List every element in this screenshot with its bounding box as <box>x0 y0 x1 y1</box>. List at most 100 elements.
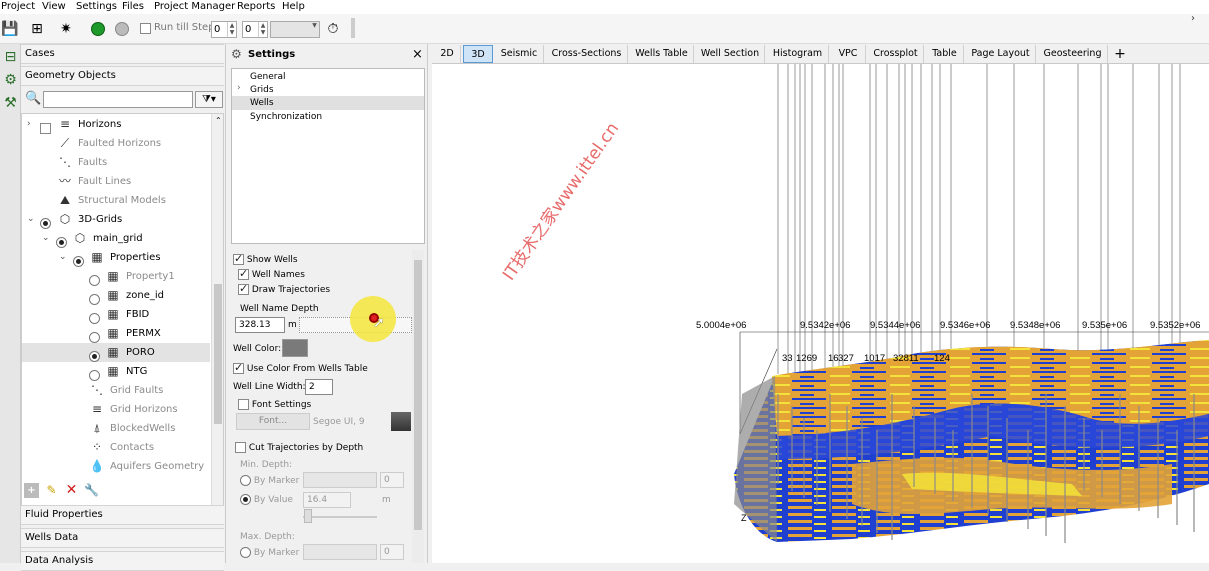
tree-row-horizons[interactable]: › ≡ Horizons <box>22 115 210 134</box>
draw-trajectories-option[interactable]: Draw Trajectories <box>238 282 330 297</box>
tree-row-permx[interactable]: ▦ PERMX <box>22 324 210 343</box>
by-value-input[interactable]: 16.4 <box>303 492 351 508</box>
by-marker-option[interactable]: By Marker <box>240 474 299 488</box>
cases-section[interactable]: Cases <box>21 44 224 64</box>
stop-icon[interactable] <box>112 19 132 39</box>
step-combo[interactable]: ▼ <box>270 21 320 38</box>
geometry-objects-section[interactable]: Geometry Objects <box>21 66 224 86</box>
tree-row-fault-lines[interactable]: 〰 Fault Lines <box>22 172 210 191</box>
tree-row-main-grid[interactable]: ⌄ ⬡ main_grid <box>22 229 210 248</box>
min-depth-slider-track[interactable] <box>303 516 377 518</box>
toolbar-slider-handle[interactable] <box>351 18 355 38</box>
gear-icon[interactable]: ⚙ <box>2 72 19 89</box>
tree-row-properties[interactable]: ⌄ ▦ Properties <box>22 248 210 267</box>
tree-view-icon[interactable]: ⊟ <box>2 49 19 66</box>
min-depth-slider-handle[interactable] <box>304 509 312 523</box>
tab-cross-sections[interactable]: Cross-Sections <box>546 45 628 63</box>
search-input[interactable] <box>43 91 193 108</box>
tree-row-blocked-wells[interactable]: ⍋ BlockedWells <box>22 419 210 438</box>
close-icon[interactable]: × <box>412 47 423 62</box>
tree-scrollbar-thumb[interactable] <box>214 284 222 424</box>
well-line-width-input[interactable]: 2 <box>305 379 333 395</box>
stopwatch-icon[interactable]: ⏱ <box>323 19 343 39</box>
chevron-right-icon[interactable]: › <box>27 115 31 134</box>
save-icon[interactable]: 💾 <box>0 19 20 39</box>
tree-row-poro[interactable]: ▦ PORO <box>22 343 210 362</box>
menu-reports[interactable]: Reports <box>237 0 275 13</box>
tab-3d[interactable]: 3D <box>463 45 493 63</box>
tree-scrollbar[interactable]: ⌃ ⌄ <box>211 114 223 520</box>
chevron-right-icon[interactable]: › <box>1191 13 1195 24</box>
settings-tree-general[interactable]: General <box>232 70 424 84</box>
magic-wand-icon[interactable]: ✷ <box>56 19 76 39</box>
settings-tree-wells[interactable]: Wells <box>232 96 424 110</box>
settings-scrollbar-thumb[interactable] <box>414 260 422 530</box>
tab-crossplot[interactable]: Crossplot <box>868 45 924 63</box>
well-name-depth-input[interactable]: 328.13 <box>235 317 285 333</box>
step-spinner-1[interactable]: 0 ▲ ▼ <box>211 21 237 38</box>
menu-project-manager[interactable]: Project Manager <box>154 0 235 13</box>
step-spinner-2[interactable]: 0 ▲ ▼ <box>242 21 268 38</box>
tree-row-contacts[interactable]: ⁘ Contacts <box>22 438 210 457</box>
tab-well-section[interactable]: Well Section <box>696 45 765 63</box>
well-names-option[interactable]: Well Names <box>238 267 305 282</box>
tree-row-fbid[interactable]: ▦ FBID <box>22 305 210 324</box>
settings-scrollbar[interactable] <box>412 250 424 563</box>
tree-row-property1[interactable]: ▦ Property1 <box>22 267 210 286</box>
hierarchy-icon[interactable]: ⊞ <box>27 19 47 39</box>
by-marker-combo[interactable] <box>303 472 377 488</box>
hammer-icon[interactable]: ⚒ <box>2 95 19 112</box>
tree-row-ntg[interactable]: ▦ NTG <box>22 362 210 381</box>
tree-row-grid-faults[interactable]: ⋱ Grid Faults <box>22 381 210 400</box>
tree-row-structural-models[interactable]: ⛰ Structural Models <box>22 191 210 210</box>
run-till-step-checkbox[interactable] <box>140 23 151 35</box>
chevron-down-icon[interactable]: ⌄ <box>42 229 50 248</box>
add-tab-button[interactable]: + <box>1110 45 1130 63</box>
3d-view[interactable]: 5.0004e+06 9.5342e+06 9.5344e+06 9.5346e… <box>432 64 1209 563</box>
tab-geosteering[interactable]: Geosteering <box>1038 45 1108 63</box>
menu-project[interactable]: Project <box>1 0 35 13</box>
chevron-down-icon[interactable]: ⌄ <box>27 210 35 229</box>
wells-data-section[interactable]: Wells Data <box>21 528 224 548</box>
font-settings-option[interactable]: Font Settings <box>238 398 311 412</box>
tree-row-faulted-horizons[interactable]: ⟋ Faulted Horizons <box>22 134 210 153</box>
font-color-swatch[interactable] <box>391 412 411 431</box>
tab-histogram[interactable]: Histogram <box>767 45 829 63</box>
fluid-properties-section[interactable]: Fluid Properties <box>21 505 224 525</box>
tree-row-aquifers-geometry[interactable]: 💧 Aquifers Geometry <box>22 457 210 476</box>
tab-wells-table[interactable]: Wells Table <box>630 45 694 63</box>
tree-row-zone-id[interactable]: ▦ zone_id <box>22 286 210 305</box>
tree-row-grid-horizons[interactable]: ≡ Grid Horizons <box>22 400 210 419</box>
menu-files[interactable]: Files <box>122 0 144 13</box>
by-marker-combo-2[interactable] <box>303 544 377 560</box>
wrench-icon[interactable]: 🔧 <box>84 483 99 498</box>
run-icon[interactable] <box>88 19 108 39</box>
tree-row-faults[interactable]: ⋱ Faults <box>22 153 210 172</box>
pencil-icon[interactable]: ✎ <box>44 483 59 498</box>
settings-tree-synchronization[interactable]: Synchronization <box>232 110 424 124</box>
settings-tree-grids[interactable]: Grids <box>232 83 424 97</box>
chevron-up-icon[interactable]: ⌃ <box>215 116 222 125</box>
chevron-down-icon[interactable]: ⌄ <box>59 248 67 267</box>
show-wells-option[interactable]: Show Wells <box>233 252 298 267</box>
cut-trajectories-option[interactable]: Cut Trajectories by Depth <box>235 441 363 455</box>
menu-settings[interactable]: Settings <box>76 0 117 13</box>
add-icon[interactable]: + <box>24 483 39 498</box>
tab-table[interactable]: Table <box>926 45 964 63</box>
by-marker-option-2[interactable]: By Marker <box>240 546 299 560</box>
tab-seismic[interactable]: Seismic <box>495 45 544 63</box>
tab-vpc[interactable]: VPC <box>831 45 866 63</box>
filter-icon[interactable]: ⧩▾ <box>195 91 223 108</box>
tree-row-3d-grids[interactable]: ⌄ ⬡ 3D-Grids <box>22 210 210 229</box>
well-color-swatch[interactable] <box>282 339 308 357</box>
use-color-from-table-option[interactable]: Use Color From Wells Table <box>233 361 368 376</box>
data-analysis-section[interactable]: Data Analysis <box>21 551 224 571</box>
menu-view[interactable]: View <box>42 0 66 13</box>
by-marker-value[interactable]: 0 <box>380 472 404 488</box>
tab-2d[interactable]: 2D <box>434 45 461 63</box>
chevron-right-icon[interactable]: › <box>237 83 241 93</box>
by-value-option[interactable]: By Value <box>240 493 293 507</box>
3d-scene[interactable]: 5.0004e+06 9.5342e+06 9.5344e+06 9.5346e… <box>432 64 1209 563</box>
tab-page-layout[interactable]: Page Layout <box>966 45 1036 63</box>
menu-help[interactable]: Help <box>282 0 305 13</box>
